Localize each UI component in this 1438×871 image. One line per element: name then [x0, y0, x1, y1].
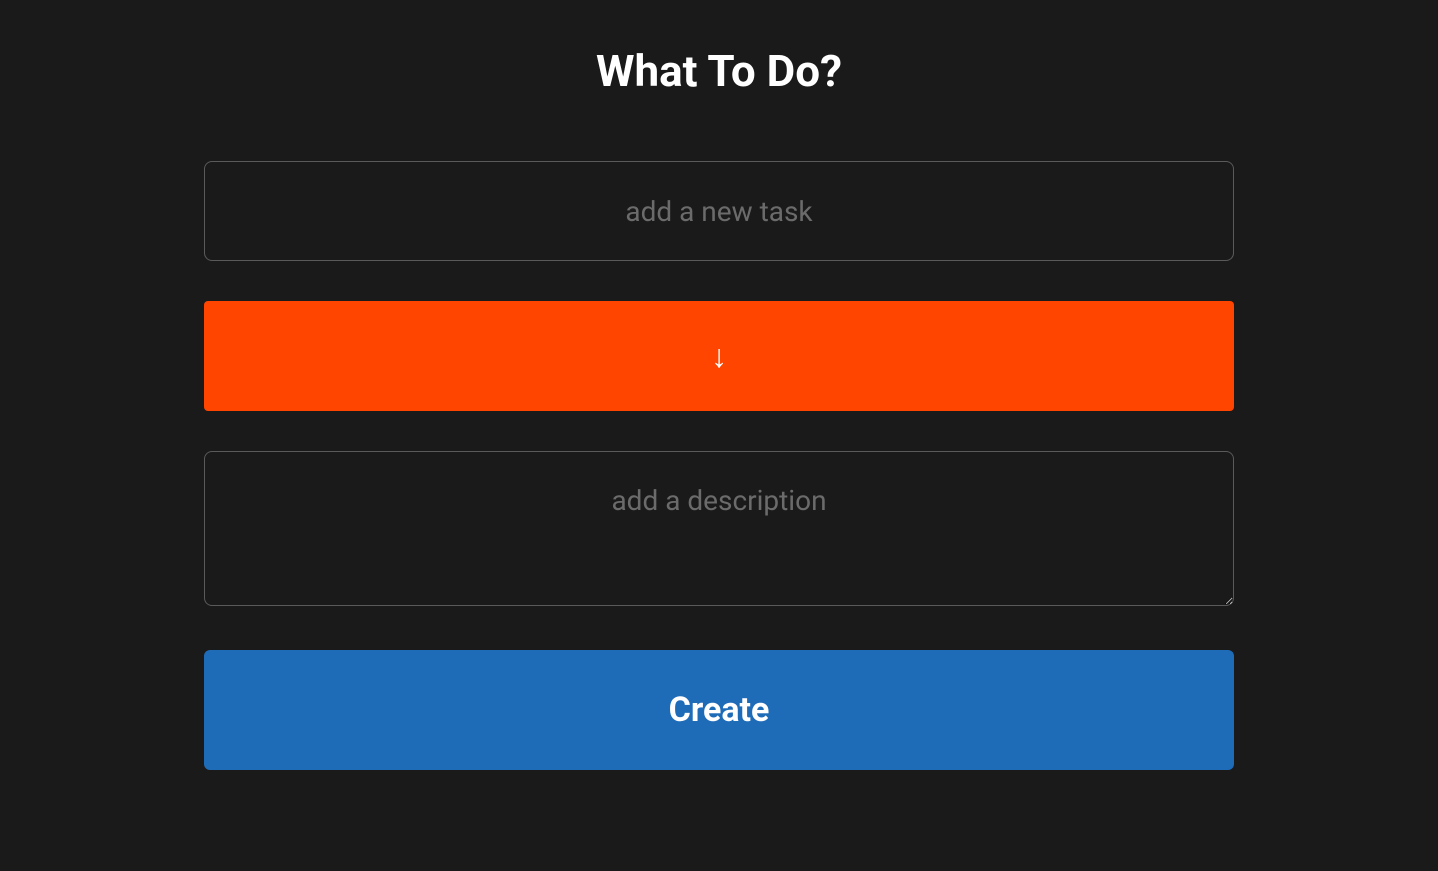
arrow-divider: ↓ — [204, 301, 1234, 411]
main-container: What To Do? ↓ Create — [204, 45, 1234, 770]
description-input[interactable] — [204, 451, 1234, 606]
create-button[interactable]: Create — [204, 650, 1234, 770]
task-input[interactable] — [204, 161, 1234, 261]
page-title: What To Do? — [204, 45, 1234, 97]
arrow-down-icon: ↓ — [711, 340, 727, 372]
